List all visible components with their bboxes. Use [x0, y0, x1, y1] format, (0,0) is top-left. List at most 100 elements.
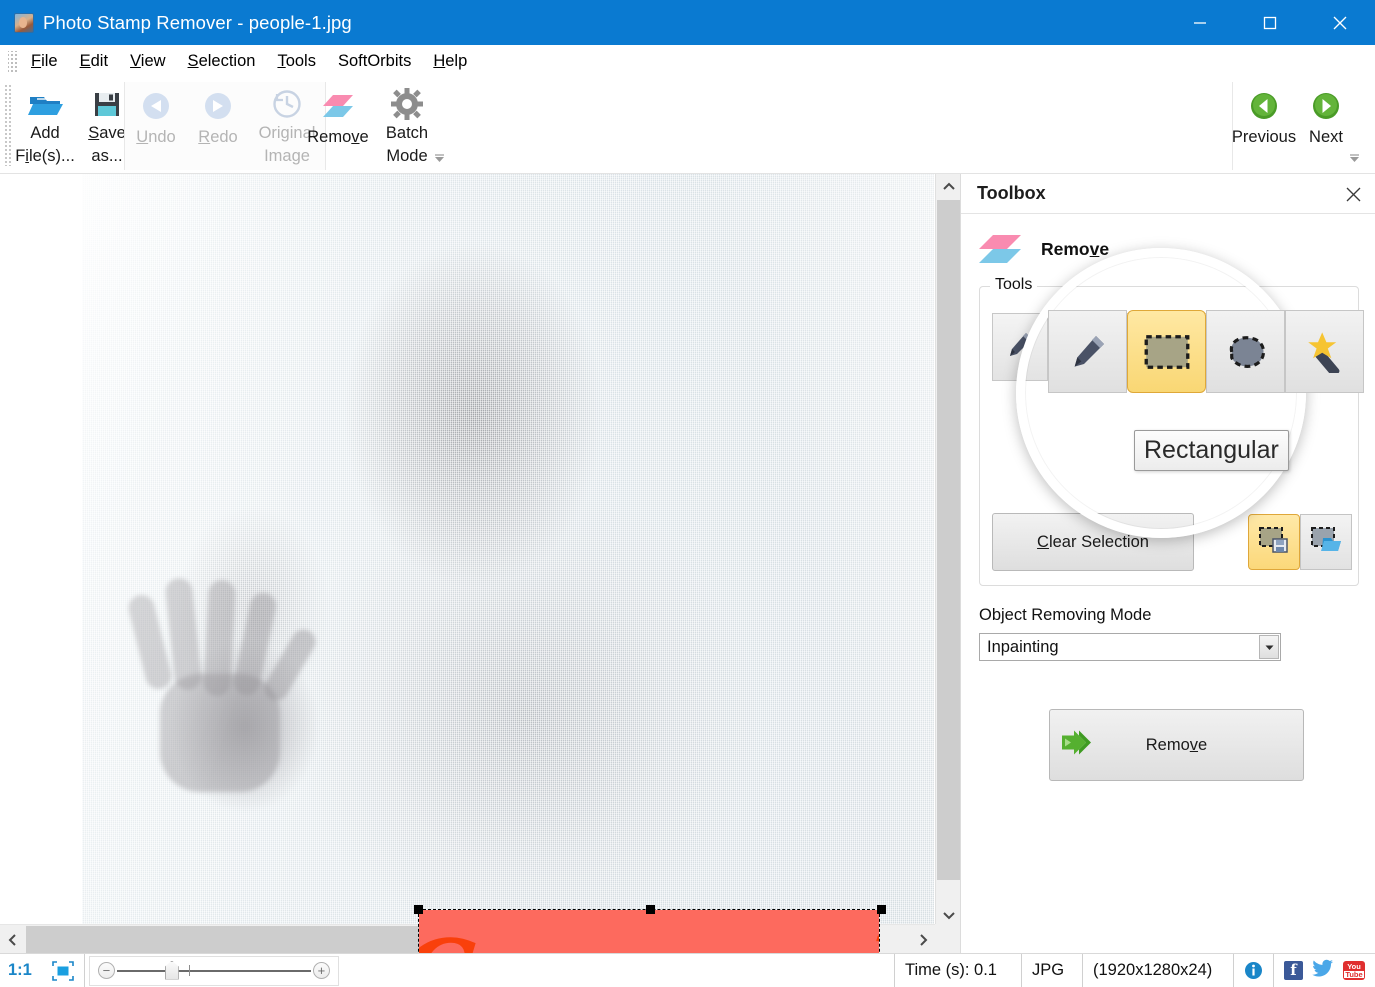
zoom-slider-knob[interactable]	[164, 960, 179, 980]
magnified-tools-row	[1048, 310, 1364, 393]
tools-group-label: Tools	[990, 276, 1038, 294]
previous-button[interactable]: Previous	[1231, 82, 1297, 168]
selection-handle-nw[interactable]	[414, 905, 423, 914]
load-selection-button[interactable]	[1300, 514, 1352, 570]
ribbon-expand-icon[interactable]	[432, 152, 446, 166]
app-photo-icon	[14, 12, 34, 33]
ribbon-toolbar: Add File(s)... Save as... Undo Redo Orig…	[0, 78, 1375, 174]
previous-label: Previous	[1231, 128, 1297, 146]
green-double-arrow-icon	[1060, 728, 1102, 763]
magnified-marker-tool[interactable]	[1048, 310, 1127, 393]
magnified-magic-wand-tool[interactable]	[1285, 310, 1364, 393]
undo-button[interactable]: Undo	[125, 82, 187, 168]
youtube-icon[interactable]: You Tube	[1343, 961, 1365, 980]
facebook-icon[interactable]: f	[1284, 961, 1303, 980]
youtube-line2: Tube	[1344, 969, 1364, 979]
selection-io-group	[1248, 514, 1352, 570]
zoom-slider[interactable]: − +	[88, 955, 339, 986]
selection-handle-n[interactable]	[646, 905, 655, 914]
object-removing-mode-value: Inpainting	[987, 637, 1059, 656]
title-bar: Photo Stamp Remover - people-1.jpg	[0, 0, 1375, 45]
zoom-slider-track[interactable]	[116, 960, 311, 980]
magnified-rectangular-tool[interactable]	[1127, 310, 1206, 393]
info-icon[interactable]	[1234, 954, 1273, 987]
dimensions-label: (1920x1280x24)	[1093, 961, 1213, 979]
menu-bar: FFileile Edit View Selection Tools SoftO…	[0, 45, 1375, 78]
toolbox-section-title: Remove	[1041, 238, 1110, 259]
time-label: Time (s): 0.1	[905, 961, 997, 979]
menu-item-softorbits[interactable]: SoftOrbits	[327, 49, 422, 74]
image-canvas[interactable]: Censored	[0, 174, 960, 953]
toolbox-header: Toolbox	[961, 174, 1375, 214]
watermark-overlay: Censored	[419, 910, 879, 953]
eraser-icon	[321, 88, 355, 124]
selection-handle-ne[interactable]	[877, 905, 886, 914]
minimize-icon[interactable]	[1165, 0, 1235, 45]
scrollbar-corner	[935, 924, 960, 953]
application-window: Photo Stamp Remover - people-1.jpg FFile…	[0, 0, 1375, 987]
status-separator	[83, 953, 85, 987]
maximize-icon[interactable]	[1235, 0, 1305, 45]
selection-rectangle[interactable]: Censored	[414, 905, 886, 953]
social-links: f You Tube	[1274, 959, 1375, 983]
fit-to-screen-icon[interactable]	[42, 954, 84, 987]
chevron-right-icon[interactable]	[910, 925, 935, 954]
watermark-text: Censored	[419, 920, 879, 954]
vertical-scrollbar[interactable]	[935, 174, 960, 927]
tool-tooltip: Rectangular	[1134, 430, 1289, 471]
window-controls	[1165, 0, 1375, 45]
menu-item-file[interactable]: FFileile	[20, 49, 69, 74]
redo-button[interactable]: Redo	[187, 82, 249, 168]
menu-item-edit[interactable]: Edit	[69, 49, 119, 74]
remove-ribbon-label: Remove	[307, 128, 369, 146]
ribbon-grip-icon[interactable]	[4, 84, 13, 166]
window-title: Photo Stamp Remover - people-1.jpg	[43, 11, 352, 33]
selection-open-icon	[1310, 526, 1342, 559]
close-icon[interactable]	[1305, 0, 1375, 45]
add-files-button[interactable]: Add File(s)...	[14, 82, 76, 168]
object-removing-mode-label: Object Removing Mode	[979, 606, 1152, 624]
chevron-down-icon[interactable]	[1259, 635, 1279, 659]
add-files-label: Add File(s)...	[15, 124, 75, 166]
redo-arrow-icon	[202, 88, 234, 124]
ribbon-group-navigation: Previous Next	[1231, 82, 1359, 170]
ribbon-group-file: Add File(s)... Save as...	[14, 82, 138, 170]
undo-label: Undo	[136, 128, 176, 146]
clock-history-icon	[271, 88, 303, 120]
status-bar: 1:1 − + Time (s): 0.1 JPG (1920x1280x24)…	[0, 953, 1375, 987]
selection-save-icon	[1258, 526, 1290, 559]
vertical-scrollbar-thumb[interactable]	[937, 200, 960, 880]
green-right-arrow-icon	[1311, 88, 1341, 124]
format-label: JPG	[1032, 961, 1065, 979]
photo-image[interactable]: Censored	[82, 174, 934, 953]
magnified-lasso-tool[interactable]	[1206, 310, 1285, 393]
menu-item-view[interactable]: View	[119, 49, 176, 74]
gear-icon	[391, 88, 423, 121]
ribbon-group-history: Undo Redo Original Image	[124, 82, 326, 170]
batch-mode-label: Batch Mode	[385, 124, 429, 166]
ribbon-nav-expand-icon[interactable]	[1347, 152, 1361, 166]
object-removing-mode-select[interactable]: Inpainting	[979, 633, 1281, 661]
batch-mode-button[interactable]: Batch Mode	[376, 82, 438, 168]
chevron-up-icon[interactable]	[936, 174, 961, 199]
close-icon[interactable]	[1341, 182, 1365, 206]
menu-grip-icon[interactable]	[8, 50, 17, 73]
menu-item-selection[interactable]: Selection	[177, 49, 267, 74]
zoom-ratio-label[interactable]: 1:1	[0, 954, 42, 987]
chevron-left-icon[interactable]	[0, 925, 25, 954]
save-selection-button[interactable]	[1248, 514, 1300, 570]
floppy-save-icon	[92, 88, 122, 120]
green-left-arrow-icon	[1249, 88, 1279, 124]
next-label: Next	[1309, 128, 1343, 146]
plus-icon[interactable]: +	[312, 962, 330, 979]
menu-item-tools[interactable]: Tools	[266, 49, 327, 74]
minus-icon[interactable]: −	[97, 962, 115, 979]
save-as-label: Save as...	[88, 124, 126, 166]
remove-action-button[interactable]: Remove	[1049, 709, 1304, 781]
open-folder-icon	[27, 88, 63, 120]
toolbox-title: Toolbox	[977, 183, 1046, 203]
undo-arrow-icon	[140, 88, 172, 124]
menu-item-help[interactable]: Help	[422, 49, 478, 74]
remove-button[interactable]: Remove	[300, 82, 376, 168]
twitter-icon[interactable]	[1312, 959, 1334, 983]
